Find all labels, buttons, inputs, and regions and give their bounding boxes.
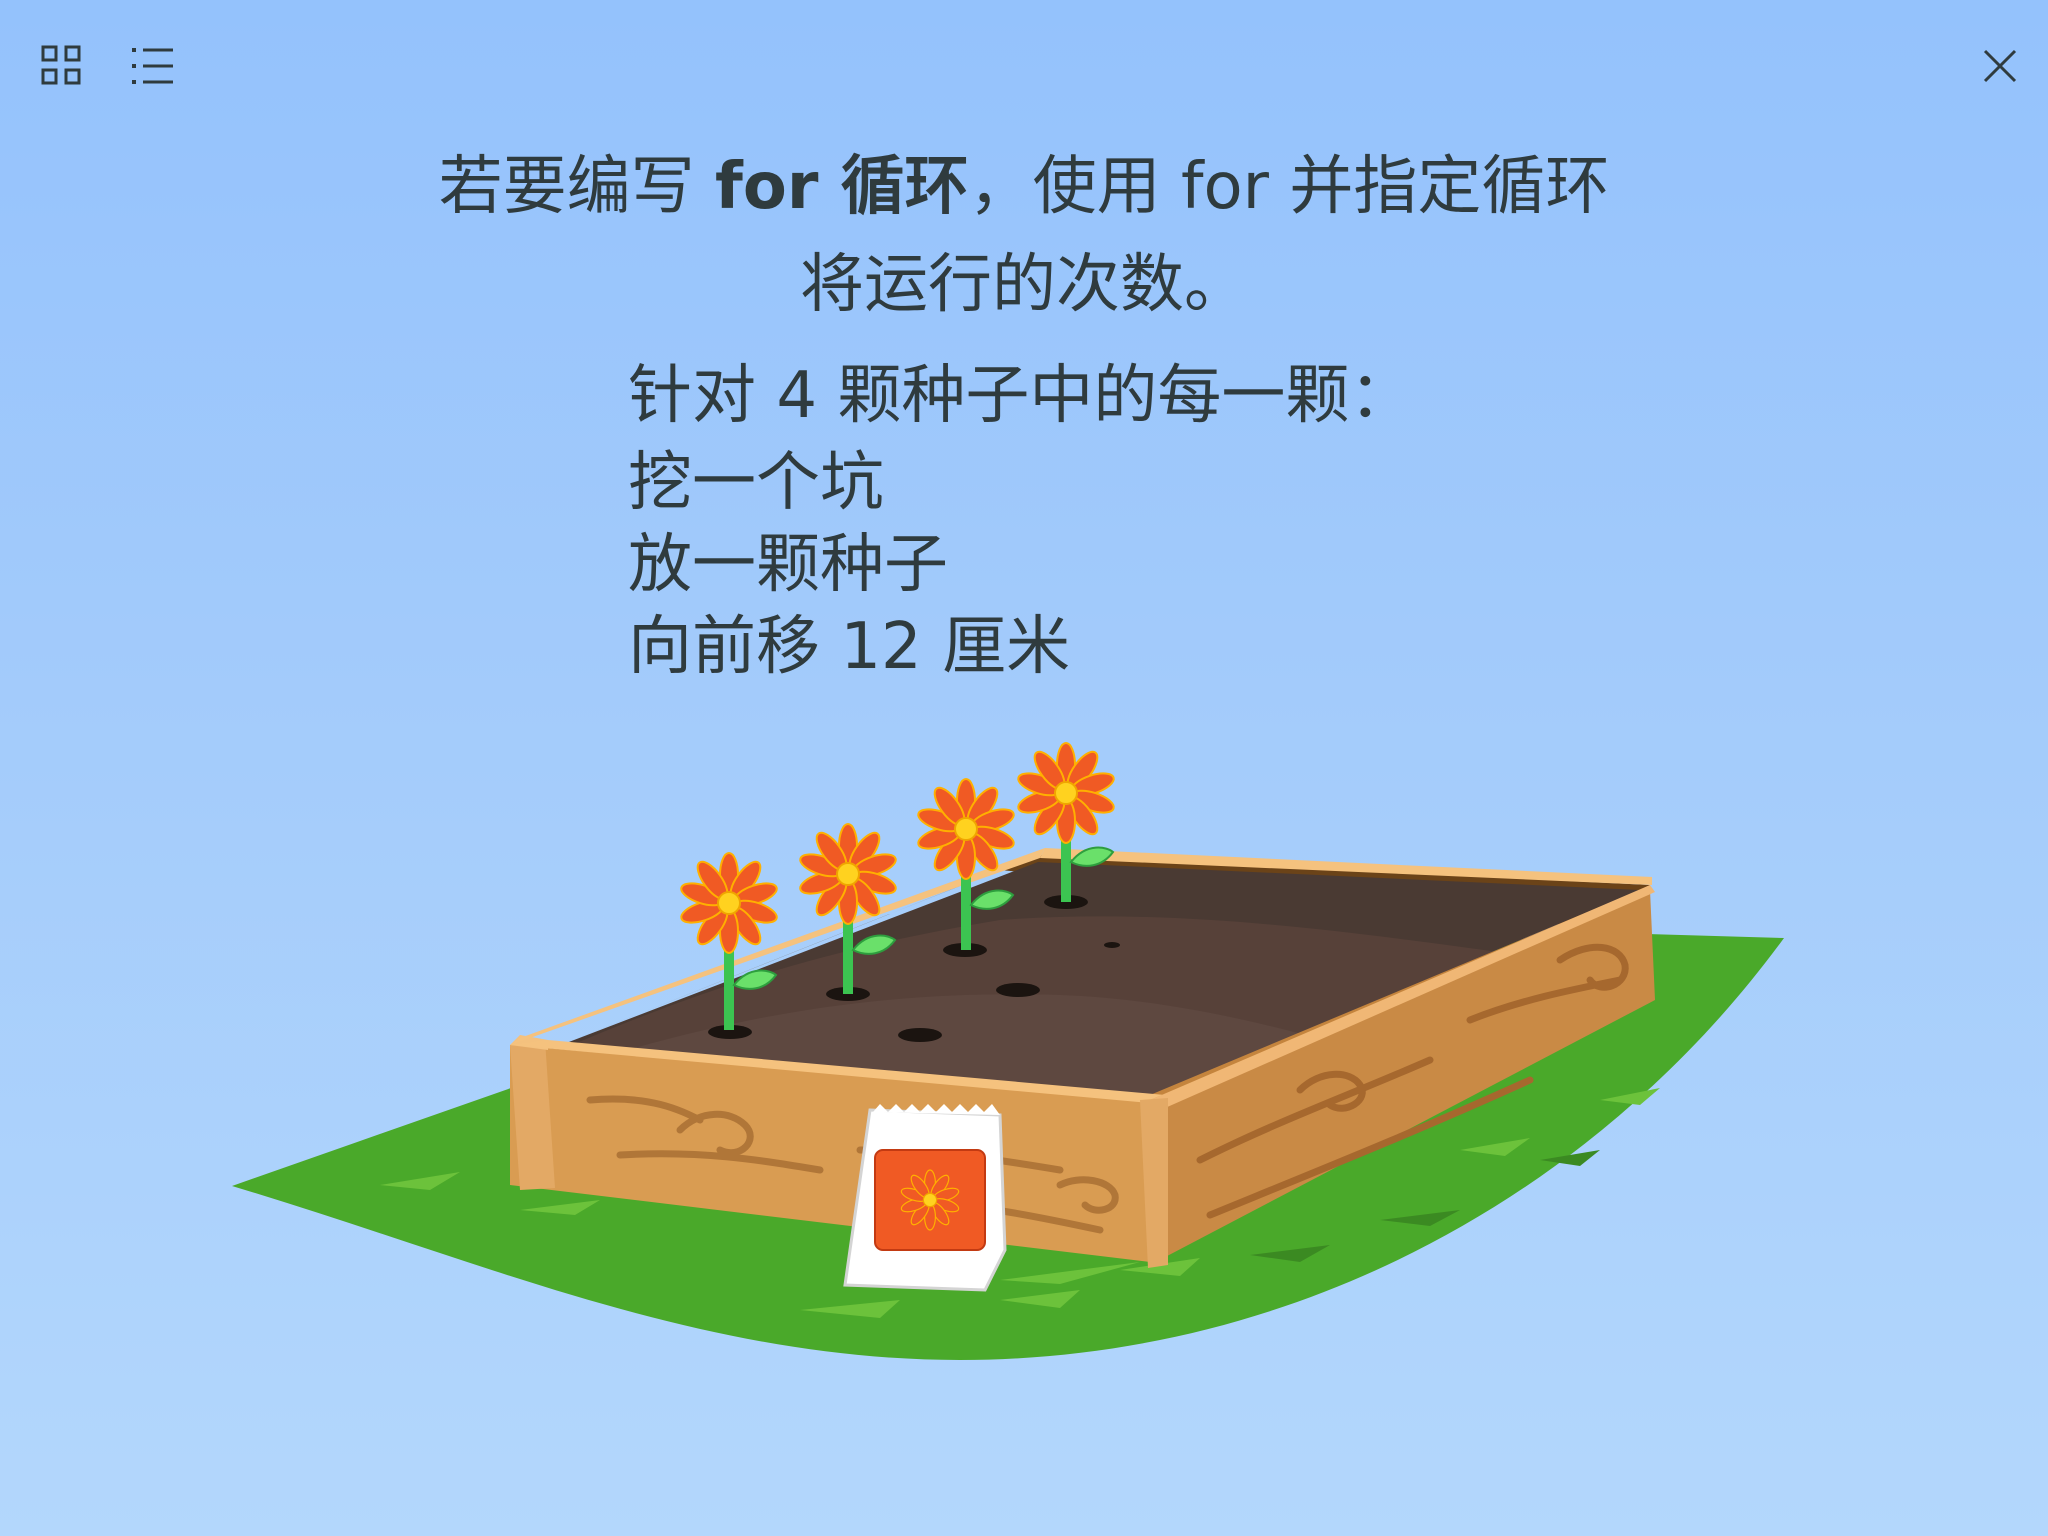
close-button[interactable] <box>1968 34 2032 98</box>
pseudo-code-steps: 针对 4 颗种子中的每一颗： 挖一个坑 放一颗种子 向前移 12 厘米 <box>628 352 1413 688</box>
heading-text-1: 若要编写 <box>438 150 715 224</box>
seed-packet <box>843 1104 1007 1292</box>
lesson-heading: 若要编写 for 循环，使用 for 并指定循环 将运行的次数。 <box>0 138 2048 334</box>
heading-bold-term: for 循环 <box>715 150 969 224</box>
grid-view-button[interactable] <box>30 34 94 98</box>
close-icon <box>1983 49 2017 83</box>
list-icon <box>132 48 173 84</box>
step-place-seed: 放一颗种子 <box>628 528 948 602</box>
garden-bed-illustration <box>232 742 1784 1360</box>
loop-intro: 针对 4 颗种子中的每一颗： <box>628 359 1414 433</box>
list-view-button[interactable] <box>121 34 185 98</box>
heading-line-1: 若要编写 for 循环，使用 for 并指定循环 <box>0 138 2048 236</box>
step-move-forward: 向前移 12 厘米 <box>628 610 1071 684</box>
heading-line-2: 将运行的次数。 <box>800 248 1248 322</box>
heading-text-2: ，使用 for 并指定循环 <box>968 150 1610 224</box>
step-dig-hole: 挖一个坑 <box>628 446 884 520</box>
grid-icon <box>41 45 81 85</box>
